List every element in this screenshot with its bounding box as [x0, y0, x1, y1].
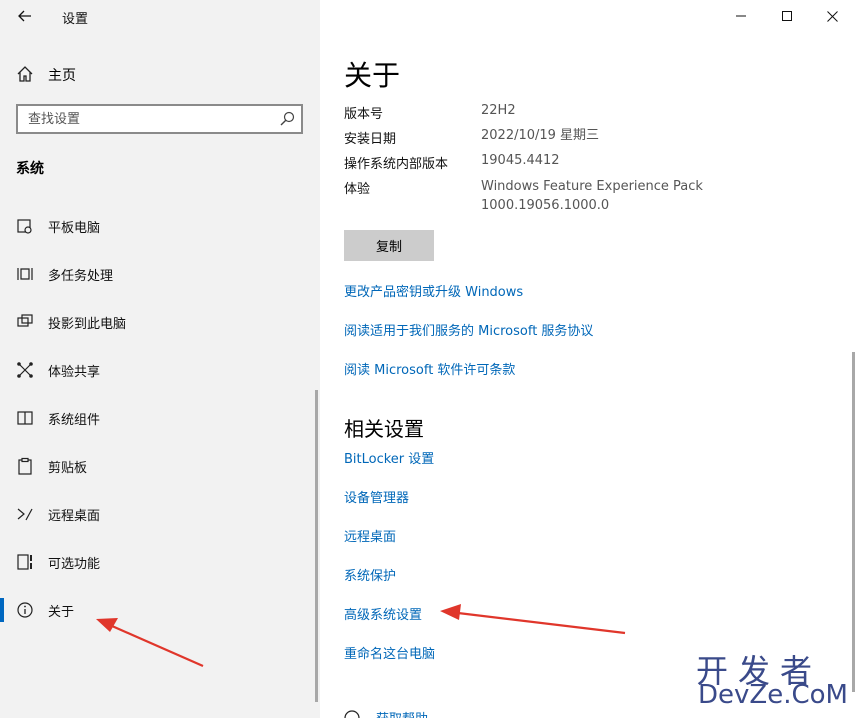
close-icon [826, 10, 838, 22]
minimize-icon [736, 15, 746, 17]
back-arrow-icon [18, 10, 31, 22]
watermark-en: DevZe.CoM [698, 680, 848, 710]
search-input[interactable] [18, 106, 268, 132]
sidebar-item-remote-desktop[interactable]: 远程桌面 [0, 494, 320, 534]
sidebar-item-label: 平板电脑 [48, 221, 101, 236]
system-components-icon [17, 411, 33, 425]
sidebar-item-label: 多任务处理 [48, 269, 114, 284]
info-icon [17, 602, 33, 618]
device-manager-link[interactable]: 设备管理器 [344, 487, 409, 506]
version-value: 22H2 [481, 103, 516, 118]
search-box[interactable] [16, 104, 303, 134]
page-title: 关于 [344, 59, 401, 92]
tablet-icon [17, 219, 32, 234]
help-row[interactable]: 获取帮助 [344, 708, 464, 718]
sidebar-item-clipboard[interactable]: 剪贴板 [0, 446, 320, 486]
sidebar-item-tablet[interactable]: 平板电脑 [0, 206, 320, 246]
sidebar-item-label: 体验共享 [48, 365, 101, 380]
sidebar-item-label: 可选功能 [48, 557, 101, 572]
app-title: 设置 [62, 12, 89, 27]
sidebar: 设置 主页 系统 平板电脑 多任务处理 投影到此电脑 体验共享 系统组件 剪贴板… [0, 0, 320, 718]
shared-experiences-icon [17, 362, 33, 378]
selected-indicator [0, 598, 4, 622]
sidebar-item-label: 系统组件 [48, 413, 101, 428]
services-agreement-link[interactable]: 阅读适用于我们服务的 Microsoft 服务协议 [344, 320, 593, 339]
help-icon [344, 710, 360, 718]
section-label: 系统 [16, 161, 44, 177]
sidebar-item-home[interactable]: 主页 [0, 58, 320, 90]
rename-pc-link[interactable]: 重命名这台电脑 [344, 643, 435, 662]
sidebar-item-system-components[interactable]: 系统组件 [0, 398, 320, 438]
bitlocker-settings-link[interactable]: BitLocker 设置 [344, 448, 434, 467]
remote-desktop-icon [17, 508, 33, 521]
optional-features-icon [17, 554, 32, 570]
sidebar-item-label: 主页 [48, 68, 76, 84]
sidebar-item-label: 远程桌面 [48, 509, 101, 524]
close-button[interactable] [809, 4, 855, 28]
experience-value-line1: Windows Feature Experience Pack [481, 179, 703, 194]
multitasking-icon [17, 268, 33, 280]
sidebar-item-multitasking[interactable]: 多任务处理 [0, 254, 320, 294]
back-button[interactable] [12, 4, 38, 28]
clipboard-icon [18, 457, 32, 475]
os-build-label: 操作系统内部版本 [344, 157, 449, 172]
home-icon [17, 66, 33, 82]
experience-label: 体验 [344, 182, 371, 197]
titlebar-left: 设置 [0, 0, 320, 34]
watermark: 开发者 DevZe.CoM [696, 646, 851, 716]
install-date-value: 2022/10/19 星期三 [481, 128, 600, 143]
maximize-icon [782, 11, 792, 21]
sidebar-item-label: 投影到此电脑 [48, 317, 127, 332]
version-label: 版本号 [344, 107, 384, 122]
sidebar-item-label: 关于 [48, 605, 75, 620]
search-icon[interactable] [279, 111, 295, 127]
related-settings-title: 相关设置 [344, 417, 424, 441]
remote-desktop-link[interactable]: 远程桌面 [344, 526, 396, 545]
copy-button[interactable]: 复制 [344, 230, 434, 261]
minimize-button[interactable] [718, 4, 764, 28]
system-protection-link[interactable]: 系统保护 [344, 565, 396, 584]
license-terms-link[interactable]: 阅读 Microsoft 软件许可条款 [344, 359, 515, 378]
help-link[interactable]: 获取帮助 [376, 708, 428, 718]
sidebar-item-label: 剪贴板 [48, 461, 88, 476]
main-pane: 关于 版本号 22H2 安装日期 2022/10/19 星期三 操作系统内部版本… [320, 0, 855, 718]
projecting-icon [17, 314, 33, 327]
sidebar-item-projecting[interactable]: 投影到此电脑 [0, 302, 320, 342]
maximize-button[interactable] [764, 4, 810, 28]
advanced-system-settings-link[interactable]: 高级系统设置 [344, 604, 422, 623]
sidebar-scrollbar[interactable] [315, 390, 318, 702]
sidebar-item-about[interactable]: 关于 [0, 590, 320, 630]
change-product-key-link[interactable]: 更改产品密钥或升级 Windows [344, 281, 523, 300]
sidebar-item-shared-experiences[interactable]: 体验共享 [0, 350, 320, 390]
install-date-label: 安装日期 [344, 132, 397, 147]
os-build-value: 19045.4412 [481, 153, 560, 168]
experience-value-line2: 1000.19056.1000.0 [481, 198, 610, 213]
sidebar-item-optional-features[interactable]: 可选功能 [0, 542, 320, 582]
